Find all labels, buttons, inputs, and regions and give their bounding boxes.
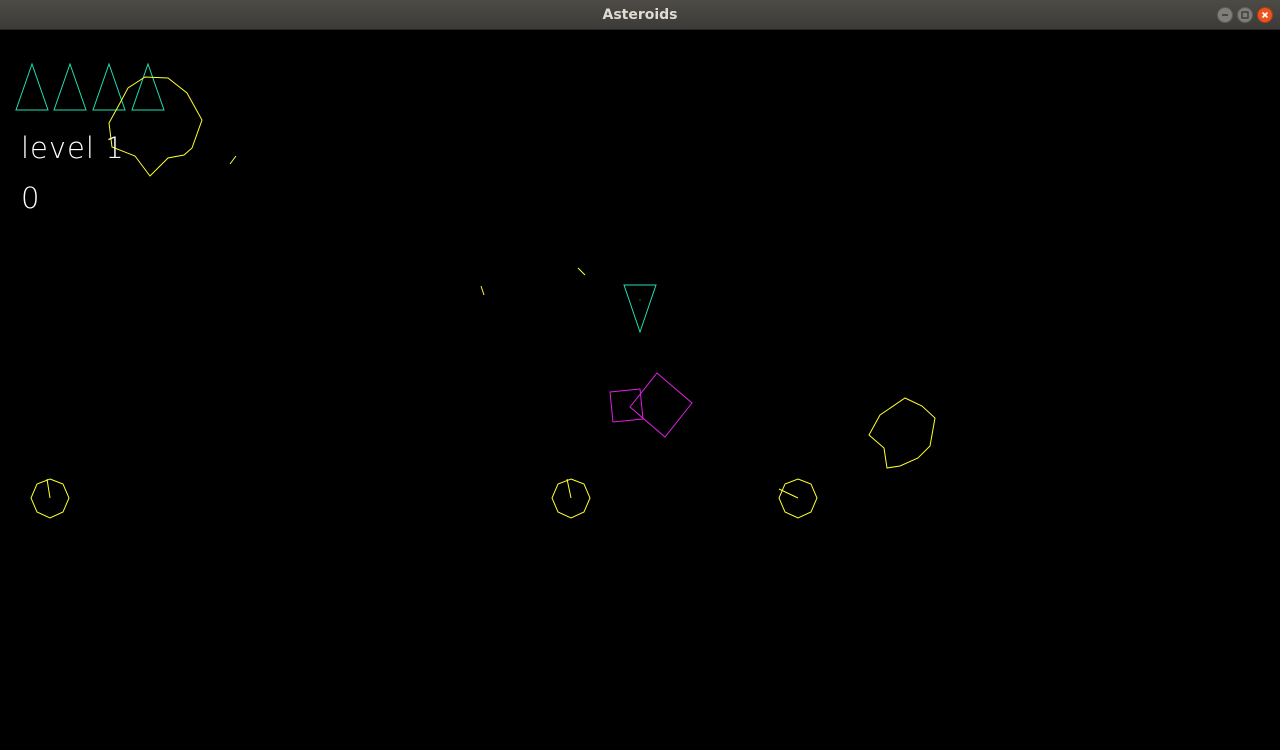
level-label: level xyxy=(21,131,95,165)
minimize-icon xyxy=(1222,14,1228,16)
title-bar[interactable]: Asteroids xyxy=(0,0,1280,30)
minimize-button[interactable] xyxy=(1217,7,1233,23)
ship-life-icon xyxy=(131,62,165,111)
enemy-square-large xyxy=(629,372,693,438)
ship-life-icon xyxy=(53,62,87,111)
lives-indicator xyxy=(15,62,165,111)
level-display: level 1 xyxy=(21,130,125,166)
window-title: Asteroids xyxy=(602,7,678,23)
asteroid-fragment xyxy=(577,267,586,276)
maximize-button[interactable] xyxy=(1237,7,1253,23)
asteroid-small xyxy=(551,478,591,519)
asteroid-small xyxy=(778,478,818,519)
score-display: 0 xyxy=(21,181,40,215)
close-icon xyxy=(1261,11,1269,19)
asteroid-fragment xyxy=(480,285,485,296)
playfield xyxy=(15,62,936,519)
asteroid-small xyxy=(30,478,70,519)
game-window: Asteroids level 1 0 xyxy=(0,0,1280,750)
game-canvas[interactable]: level 1 0 xyxy=(0,30,1280,750)
asteroid-fragment xyxy=(229,155,237,165)
enemy-square-small xyxy=(609,388,644,423)
asteroid-medium xyxy=(868,397,936,469)
level-value: 1 xyxy=(105,131,125,165)
ship-life-icon xyxy=(15,62,49,111)
maximize-icon xyxy=(1241,11,1249,19)
close-button[interactable] xyxy=(1257,7,1273,23)
player-ship xyxy=(623,284,657,334)
enemy-squares xyxy=(609,372,693,438)
